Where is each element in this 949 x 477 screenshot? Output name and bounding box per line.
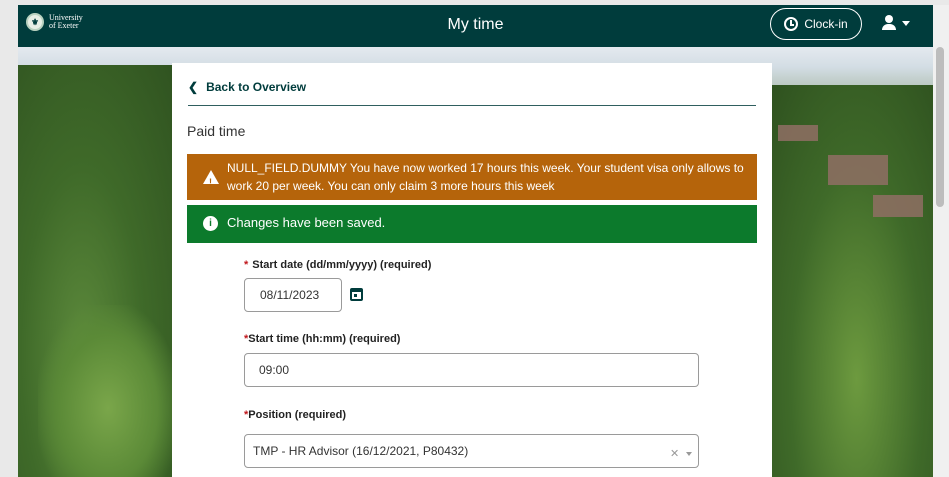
position-label: *Position (required) (244, 409, 347, 421)
background-building (828, 155, 888, 185)
warning-icon: ! (203, 170, 219, 187)
info-icon: i (203, 216, 218, 231)
position-select[interactable]: TMP - HR Advisor (16/12/2021, P80432) (244, 434, 699, 468)
start-time-input[interactable]: 09:00 (244, 353, 699, 387)
background-building (778, 125, 818, 141)
chevron-left-icon: ❮ (188, 80, 199, 94)
section-title: Paid time (187, 123, 246, 139)
chevron-down-icon (902, 20, 910, 26)
position-value: TMP - HR Advisor (16/12/2021, P80432) (253, 444, 469, 458)
start-time-label: *Start time (hh:mm) (required) (244, 333, 401, 345)
start-time-value: 09:00 (259, 363, 290, 377)
background-field-left (38, 305, 178, 477)
warning-text: NULL_FIELD.DUMMY You have now worked 17 … (227, 161, 744, 193)
calendar-icon[interactable] (350, 288, 363, 301)
back-to-overview-link[interactable]: ❮ Back to Overview (188, 80, 306, 94)
back-link-label: Back to Overview (206, 80, 307, 94)
visa-warning-alert: ! NULL_FIELD.DUMMY You have now worked 1… (187, 154, 757, 200)
user-icon (882, 15, 896, 31)
top-navigation-bar: ⚜ University of Exeter My time Clock-in (18, 5, 933, 47)
start-date-input[interactable]: 08/11/2023 (244, 278, 342, 312)
success-text: Changes have been saved. (227, 215, 386, 230)
success-alert: i Changes have been saved. (187, 205, 757, 243)
start-date-label: * Start date (dd/mm/yyyy) (required) (244, 259, 432, 271)
clock-in-label: Clock-in (804, 17, 848, 31)
chevron-down-icon[interactable] (686, 452, 692, 456)
clock-icon (784, 17, 799, 31)
clear-selection-icon[interactable]: ✕ (670, 447, 679, 460)
app-window: ⚜ University of Exeter My time Clock-in … (18, 5, 933, 477)
clock-in-button[interactable]: Clock-in (770, 8, 862, 40)
user-menu-button[interactable] (882, 15, 910, 31)
background-building (873, 195, 923, 217)
required-marker: * (244, 259, 249, 271)
start-date-value: 08/11/2023 (260, 288, 320, 302)
page-scrollbar[interactable] (933, 5, 949, 477)
divider (188, 105, 756, 106)
background-landscape-right (763, 85, 933, 477)
scrollbar-thumb[interactable] (936, 47, 944, 207)
form-card: ❮ Back to Overview Paid time ! NULL_FIEL… (172, 63, 772, 477)
